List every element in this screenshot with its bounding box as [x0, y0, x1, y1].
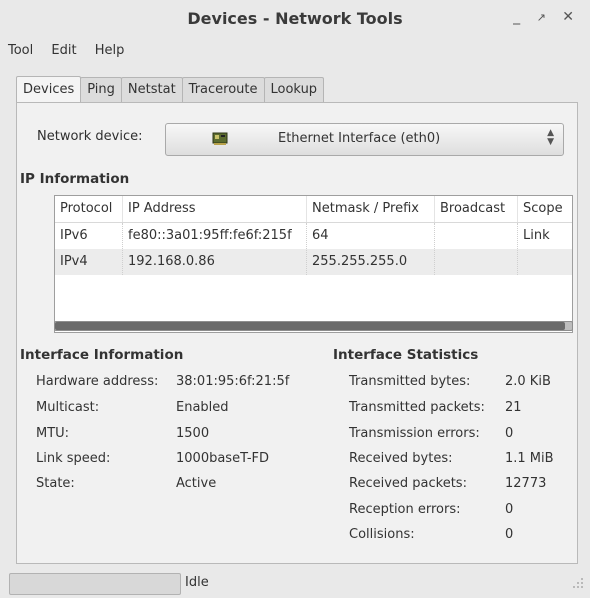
- mtu-label: MTU:: [36, 426, 70, 441]
- link-speed-value: 1000baseT-FD: [176, 451, 269, 466]
- menu-edit[interactable]: Edit: [51, 43, 76, 58]
- window-title: Devices - Network Tools: [187, 9, 403, 28]
- transmitted-packets-label: Transmitted packets:: [349, 400, 485, 415]
- link-speed-label: Link speed:: [36, 451, 111, 466]
- table-cell: 192.168.0.86: [128, 254, 215, 269]
- menu-tool[interactable]: Tool: [8, 43, 33, 58]
- table-row[interactable]: IPv4 192.168.0.86 255.255.255.0: [55, 249, 572, 275]
- devices-panel: Network device: Ethernet Interface (eth0…: [16, 102, 578, 564]
- menu-bar: Tool Edit Help: [8, 43, 138, 63]
- mtu-value: 1500: [176, 426, 210, 441]
- status-bar: Idle: [0, 567, 590, 598]
- hardware-address-label: Hardware address:: [36, 374, 159, 389]
- maximize-button[interactable]: ↗: [537, 11, 552, 24]
- network-device-label: Network device:: [37, 129, 143, 144]
- reception-errors-value: 0: [505, 502, 514, 517]
- transmitted-packets-value: 21: [505, 400, 522, 415]
- ip-information-heading: IP Information: [20, 171, 130, 187]
- minimize-button[interactable]: _: [513, 9, 526, 25]
- horizontal-scrollbar[interactable]: [54, 321, 573, 331]
- interface-information-heading: Interface Information: [20, 347, 184, 363]
- chevron-updown-icon: ▲ ▼: [547, 128, 554, 147]
- received-bytes-label: Received bytes:: [349, 451, 453, 466]
- tab-devices[interactable]: Devices: [16, 76, 82, 103]
- table-row[interactable]: IPv6 fe80::3a01:95ff:fe6f:215f 64 Link: [55, 223, 572, 249]
- close-button[interactable]: ✕: [562, 9, 580, 25]
- window-controls: _ ↗ ✕: [513, 9, 580, 25]
- menu-help[interactable]: Help: [95, 43, 125, 58]
- column-header[interactable]: Protocol: [60, 201, 112, 216]
- progress-bar: [9, 573, 181, 595]
- multicast-label: Multicast:: [36, 400, 100, 415]
- transmitted-bytes-value: 2.0 KiB: [505, 374, 551, 389]
- transmission-errors-label: Transmission errors:: [349, 426, 480, 441]
- column-header[interactable]: Scope: [523, 201, 563, 216]
- collisions-label: Collisions:: [349, 527, 415, 542]
- interface-statistics-heading: Interface Statistics: [333, 347, 479, 363]
- table-cell: fe80::3a01:95ff:fe6f:215f: [128, 228, 292, 243]
- column-header[interactable]: Broadcast: [440, 201, 505, 216]
- network-device-value: Ethernet Interface (eth0): [278, 131, 441, 146]
- table-cell: IPv6: [60, 228, 88, 243]
- column-header[interactable]: Netmask / Prefix: [312, 201, 419, 216]
- resize-grip-icon[interactable]: [572, 577, 584, 589]
- table-cell: IPv4: [60, 254, 88, 269]
- table-cell: Link: [523, 228, 550, 243]
- received-bytes-value: 1.1 MiB: [505, 451, 554, 466]
- ethernet-card-icon: [212, 132, 228, 145]
- scrollbar-thumb[interactable]: [55, 322, 565, 330]
- table-cell: 64: [312, 228, 329, 243]
- tab-traceroute[interactable]: Traceroute: [181, 77, 265, 102]
- received-packets-value: 12773: [505, 476, 547, 491]
- tab-ping[interactable]: Ping: [80, 77, 122, 102]
- transmission-errors-value: 0: [505, 426, 514, 441]
- title-bar: Devices - Network Tools _ ↗ ✕: [0, 0, 590, 34]
- received-packets-label: Received packets:: [349, 476, 467, 491]
- tab-netstat[interactable]: Netstat: [120, 77, 183, 102]
- collisions-value: 0: [505, 527, 514, 542]
- hardware-address-value: 38:01:95:6f:21:5f: [176, 374, 290, 389]
- ip-address-table[interactable]: Protocol IP Address Netmask / Prefix Bro…: [54, 195, 573, 333]
- transmitted-bytes-label: Transmitted bytes:: [349, 374, 471, 389]
- tab-bar: Devices Ping Netstat Traceroute Lookup: [16, 75, 325, 103]
- tab-lookup[interactable]: Lookup: [263, 77, 325, 102]
- state-value: Active: [176, 476, 217, 491]
- reception-errors-label: Reception errors:: [349, 502, 461, 517]
- multicast-value: Enabled: [176, 400, 229, 415]
- network-device-select[interactable]: Ethernet Interface (eth0) ▲ ▼: [165, 123, 564, 156]
- column-header[interactable]: IP Address: [128, 201, 196, 216]
- table-cell: 255.255.255.0: [312, 254, 408, 269]
- state-label: State:: [36, 476, 75, 491]
- status-text: Idle: [185, 575, 209, 590]
- table-header-row: Protocol IP Address Netmask / Prefix Bro…: [55, 196, 572, 223]
